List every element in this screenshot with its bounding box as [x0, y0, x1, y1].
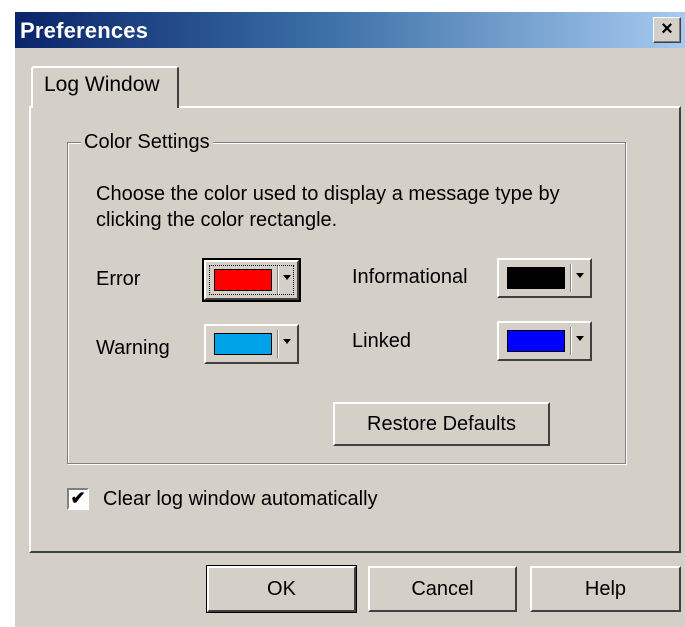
cancel-button[interactable]: Cancel — [368, 566, 517, 612]
chevron-down-icon — [576, 336, 584, 341]
error-label: Error — [96, 268, 141, 290]
warning-label: Warning — [96, 337, 170, 359]
clear-log-checkbox[interactable]: ✔ — [67, 488, 89, 510]
dropdown-separator — [277, 330, 278, 358]
title-bar: Preferences × — [0, 0, 685, 48]
chevron-down-icon — [576, 273, 584, 278]
linked-color-button[interactable] — [497, 321, 592, 361]
dropdown-separator — [570, 327, 571, 355]
window-title: Preferences — [20, 18, 149, 43]
window-edge — [0, 46, 15, 627]
close-icon: × — [661, 18, 673, 40]
informational-color-swatch — [507, 267, 565, 289]
chevron-down-icon — [283, 275, 291, 280]
restore-defaults-button[interactable]: Restore Defaults — [333, 402, 550, 446]
tab-log-window-label: Log Window — [44, 73, 160, 96]
dropdown-separator — [570, 264, 571, 292]
warning-color-swatch — [214, 333, 272, 355]
error-color-swatch — [214, 269, 272, 291]
help-button[interactable]: Help — [530, 566, 681, 612]
color-settings-description: Choose the color used to display a messa… — [96, 183, 560, 231]
dropdown-separator — [277, 266, 278, 294]
clear-log-label: Clear log window automatically — [103, 488, 378, 510]
color-settings-label: Color Settings — [81, 131, 213, 154]
informational-color-button[interactable] — [497, 258, 592, 298]
linked-color-swatch — [507, 330, 565, 352]
linked-label: Linked — [352, 330, 411, 352]
warning-color-button[interactable] — [204, 324, 299, 364]
informational-label: Informational — [352, 266, 468, 288]
error-color-button[interactable] — [202, 258, 301, 302]
chevron-down-icon — [283, 339, 291, 344]
ok-button[interactable]: OK — [206, 565, 357, 613]
close-button[interactable]: × — [653, 17, 681, 43]
checkmark-icon: ✔ — [70, 488, 86, 508]
